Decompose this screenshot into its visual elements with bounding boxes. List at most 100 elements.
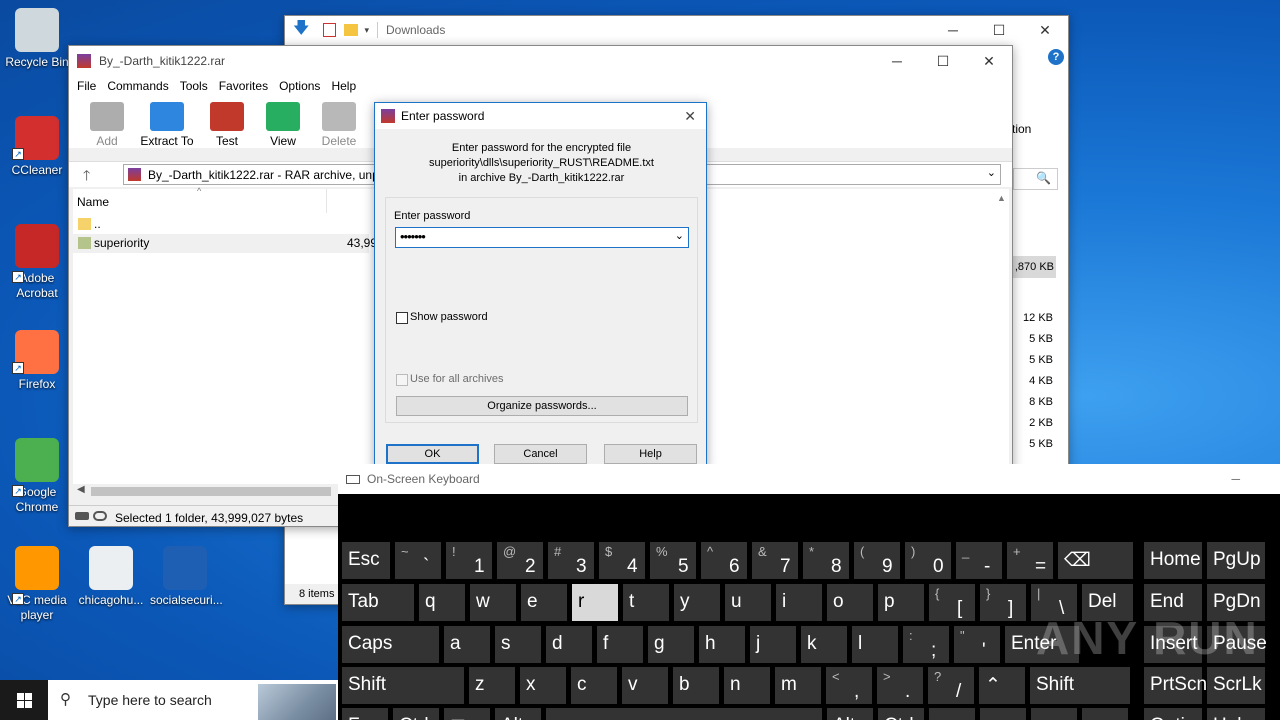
- key-[interactable]: }]: [980, 584, 1026, 621]
- key-d[interactable]: d: [546, 626, 592, 663]
- key-[interactable]: <,: [826, 667, 872, 704]
- key-4[interactable]: $4: [599, 542, 645, 579]
- key-7[interactable]: & 7: [752, 542, 798, 579]
- key-ctrl[interactable]: Ctrl: [878, 708, 924, 720]
- taskbar-search[interactable]: ⚲ Type here to search: [48, 680, 338, 720]
- ok-button[interactable]: OK: [386, 444, 479, 464]
- key-alt[interactable]: Alt: [495, 708, 541, 720]
- desktop-icon-google-chrome[interactable]: ↗ Google Chrome: [2, 438, 72, 515]
- up-arrow-icon[interactable]: 🡑: [83, 165, 90, 189]
- menu-favorites[interactable]: Favorites: [219, 79, 279, 93]
- key-options[interactable]: Options: [1144, 708, 1215, 720]
- quick-access-down-icon[interactable]: 🡇: [293, 17, 309, 44]
- key-[interactable]: {[: [929, 584, 975, 621]
- maximize-button[interactable]: ☐: [976, 15, 1022, 45]
- key-[interactable]: ~ `: [395, 542, 441, 579]
- key-w[interactable]: w: [470, 584, 516, 621]
- minimize-button[interactable]: ─: [874, 46, 920, 76]
- key-p[interactable]: p: [878, 584, 924, 621]
- key-r[interactable]: r: [572, 584, 618, 621]
- file-row[interactable]: superiority 43,99: [73, 234, 377, 253]
- key-n[interactable]: n: [724, 667, 770, 704]
- organize-passwords-button[interactable]: Organize passwords...: [396, 396, 688, 416]
- key-e[interactable]: e: [521, 584, 567, 621]
- key-h[interactable]: h: [699, 626, 745, 663]
- key-[interactable]: + =: [1007, 542, 1053, 579]
- vertical-scrollbar[interactable]: ▲: [993, 189, 1009, 484]
- desktop-icon-firefox[interactable]: ↗ Firefox: [2, 330, 72, 392]
- password-field[interactable]: ••••••• ⌄: [395, 227, 689, 248]
- key-space[interactable]: [546, 708, 822, 720]
- ribbon-partial-label[interactable]: tion: [1012, 122, 1031, 136]
- help-icon[interactable]: ?: [1048, 49, 1064, 65]
- key-b[interactable]: b: [673, 667, 719, 704]
- key-u[interactable]: u: [725, 584, 771, 621]
- desktop-icon-chicagohu[interactable]: chicagohu...: [76, 546, 146, 608]
- key-caps[interactable]: Caps: [342, 626, 439, 663]
- key-[interactable]: ⌃: [979, 667, 1025, 704]
- key-c[interactable]: c: [571, 667, 617, 704]
- maximize-button[interactable]: ☐: [920, 46, 966, 76]
- key-[interactable]: ‹: [929, 708, 975, 720]
- start-button[interactable]: [0, 680, 48, 720]
- key-[interactable]: ›: [1031, 708, 1077, 720]
- key-[interactable]: _ -: [956, 542, 1002, 579]
- key-0[interactable]: ) 0: [905, 542, 951, 579]
- key-2[interactable]: @2: [497, 542, 543, 579]
- key-x[interactable]: x: [520, 667, 566, 704]
- key-[interactable]: " ': [954, 626, 1000, 663]
- desktop-icon-recycle-bin[interactable]: Recycle Bin: [2, 8, 72, 70]
- key-home[interactable]: Home: [1144, 542, 1202, 579]
- key-8[interactable]: * 8: [803, 542, 849, 579]
- key-a[interactable]: a: [444, 626, 490, 663]
- close-button[interactable]: ✕: [1022, 15, 1068, 45]
- password-dropdown-icon[interactable]: ⌄: [675, 229, 684, 242]
- menu-commands[interactable]: Commands: [107, 79, 179, 93]
- desktop-icon-vlc-media-player[interactable]: ↗ VLC media player: [2, 546, 72, 623]
- key-[interactable]: >.: [877, 667, 923, 704]
- desktop-icon-adobe-acrobat[interactable]: ↗ Adobe Acrobat: [2, 224, 72, 301]
- key-fn[interactable]: Fn: [342, 708, 388, 720]
- key-y[interactable]: y: [674, 584, 720, 621]
- key-[interactable]: ⌫: [1058, 542, 1133, 579]
- key-esc[interactable]: Esc: [342, 542, 390, 579]
- key-9[interactable]: (9: [854, 542, 900, 579]
- menu-tools[interactable]: Tools: [180, 79, 219, 93]
- key-ctrl[interactable]: Ctrl: [393, 708, 439, 720]
- key-q[interactable]: q: [419, 584, 465, 621]
- key-k[interactable]: k: [801, 626, 847, 663]
- menu-options[interactable]: Options: [279, 79, 331, 93]
- file-row[interactable]: ..: [73, 215, 369, 234]
- minimize-button[interactable]: ─: [930, 15, 976, 45]
- key-help[interactable]: Help: [1207, 708, 1265, 720]
- minimize-button[interactable]: ─: [1231, 472, 1240, 486]
- key-t[interactable]: t: [623, 584, 669, 621]
- new-folder-icon[interactable]: [344, 24, 359, 36]
- key-m[interactable]: m: [775, 667, 821, 704]
- menu-help[interactable]: Help: [331, 79, 367, 93]
- cancel-button[interactable]: Cancel: [494, 444, 587, 464]
- key-f[interactable]: f: [597, 626, 643, 663]
- view-button[interactable]: View: [255, 102, 311, 148]
- key-[interactable]: ⊞: [444, 708, 490, 720]
- key-6[interactable]: ^ 6: [701, 542, 747, 579]
- test-button[interactable]: Test: [199, 102, 255, 148]
- key-tab[interactable]: Tab: [342, 584, 414, 621]
- key-i[interactable]: i: [776, 584, 822, 621]
- key-s[interactable]: s: [495, 626, 541, 663]
- key-shift[interactable]: Shift: [342, 667, 464, 704]
- column-name-header[interactable]: Name ^: [73, 186, 327, 213]
- key-o[interactable]: o: [827, 584, 873, 621]
- delete-button[interactable]: Delete: [311, 102, 367, 148]
- help-button[interactable]: Help: [604, 444, 697, 464]
- show-password-checkbox[interactable]: [396, 312, 408, 324]
- key-v[interactable]: v: [622, 667, 668, 704]
- dialog-close-icon[interactable]: ✕: [684, 108, 696, 125]
- add-button[interactable]: Add: [79, 102, 135, 148]
- extract-to-button[interactable]: Extract To: [135, 102, 199, 148]
- show-password-label[interactable]: Show password: [410, 311, 488, 323]
- key-j[interactable]: j: [750, 626, 796, 663]
- key-5[interactable]: % 5: [650, 542, 696, 579]
- key-[interactable]: ≡: [1082, 708, 1128, 720]
- key-[interactable]: ? /: [928, 667, 974, 704]
